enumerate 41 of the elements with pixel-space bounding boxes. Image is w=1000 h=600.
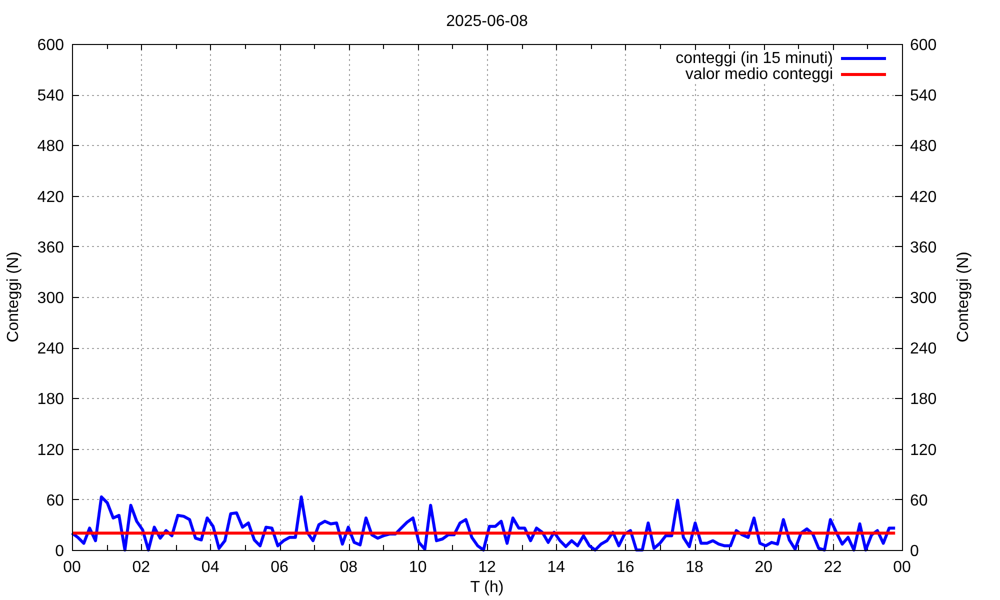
x-tick-label: 02 [132, 559, 150, 576]
y-axis-title: Conteggi (N) [955, 252, 972, 342]
y-tick-label: 420 [910, 188, 937, 206]
y-tick-label: 480 [37, 138, 64, 156]
x-tick-label: 20 [754, 559, 773, 576]
y-tick-label: 120 [37, 442, 64, 459]
x-tick-label: 08 [340, 559, 358, 576]
y-tick-label: 240 [37, 340, 64, 358]
y-tick-label: 300 [37, 290, 64, 307]
y-tick-label: 0 [55, 543, 64, 560]
chart-title: 2025-06-08 [446, 13, 528, 30]
y-axis-title: Conteggi (N) [5, 252, 22, 342]
y-tick-label: 180 [37, 391, 64, 408]
y-tick-label: 240 [910, 340, 937, 358]
y-tick-label: 540 [910, 88, 937, 105]
y-tick-label: 120 [910, 442, 937, 459]
x-tick-label: 00 [893, 559, 911, 576]
y-tick-label: 180 [910, 391, 937, 408]
y-tick-label: 0 [910, 543, 919, 560]
y-tick-label: 600 [37, 37, 64, 54]
legend-label: valor medio conteggi [685, 66, 833, 83]
x-tick-label: 12 [478, 559, 496, 576]
y-tick-label: 60 [46, 492, 64, 510]
y-tick-label: 480 [910, 138, 937, 156]
y-tick-label: 420 [37, 188, 64, 206]
x-tick-label: 06 [270, 559, 288, 576]
y-tick-label: 360 [37, 239, 64, 256]
x-tick-label: 14 [547, 559, 566, 576]
y-tick-label: 540 [37, 88, 64, 105]
x-tick-label: 04 [201, 559, 220, 576]
x-tick-label: 16 [616, 559, 634, 576]
x-tick-label: 10 [408, 559, 427, 576]
x-tick-label: 22 [824, 559, 842, 576]
x-tick-label: 00 [63, 559, 81, 576]
y-tick-label: 360 [910, 239, 937, 256]
legend-label: conteggi (in 15 minuti) [676, 50, 833, 67]
x-axis-title: T (h) [470, 579, 504, 596]
x-tick-label: 18 [686, 559, 704, 576]
y-tick-label: 60 [910, 492, 928, 510]
y-tick-label: 300 [910, 290, 937, 307]
y-tick-label: 600 [910, 37, 937, 54]
